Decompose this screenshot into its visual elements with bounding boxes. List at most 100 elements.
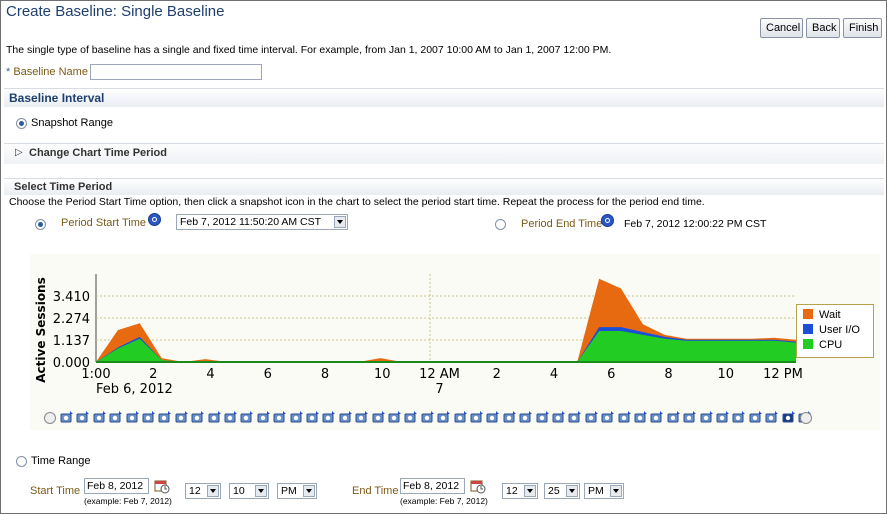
snapshot-icon[interactable] — [355, 410, 369, 424]
snapshot-icon[interactable] — [76, 410, 90, 424]
snapshot-icon[interactable] — [142, 410, 156, 424]
end-minute-select[interactable]: 25 — [544, 483, 580, 499]
snapshot-icon[interactable] — [339, 410, 353, 424]
snapshot-icon[interactable] — [732, 410, 746, 424]
snapshot-icon[interactable] — [634, 410, 648, 424]
snapshot-icon[interactable] — [273, 410, 287, 424]
end-hour-select[interactable]: 12 — [502, 483, 538, 499]
snapshot-icon[interactable] — [470, 410, 484, 424]
legend-item-user-io: User I/O — [803, 323, 860, 337]
snapshot-icon[interactable] — [388, 410, 402, 424]
chevron-down-icon — [255, 485, 267, 497]
snapshot-icon[interactable] — [536, 410, 550, 424]
snapshot-icon[interactable] — [601, 410, 615, 424]
snapshot-icon[interactable] — [568, 410, 582, 424]
legend-item-cpu: CPU — [803, 338, 842, 352]
end-ampm-value: PM — [588, 485, 604, 497]
x-tick-label: 12 PM — [763, 367, 803, 382]
snapshot-icon[interactable] — [240, 410, 254, 424]
snapshot-icon[interactable] — [454, 410, 468, 424]
start-calendar-icon[interactable] — [154, 478, 170, 494]
x-tick-label: 10 — [374, 367, 391, 382]
snapshot-icon[interactable] — [683, 410, 697, 424]
time-range-label: Time Range — [31, 455, 91, 467]
snapshot-icon[interactable] — [437, 410, 451, 424]
snapshot-icon[interactable] — [765, 410, 779, 424]
end-date-example: (example: Feb 7, 2012) — [400, 496, 488, 506]
snapshot-icon[interactable] — [650, 410, 664, 424]
x-tick-sublabel: 7 — [435, 382, 443, 397]
time-range-radio[interactable] — [16, 456, 27, 467]
snapshot-icon[interactable] — [257, 410, 271, 424]
snapshot-icon[interactable] — [503, 410, 517, 424]
legend-label-cpu: CPU — [819, 339, 843, 351]
x-tick-sublabel: Feb 6, 2012 — [96, 382, 173, 397]
start-hour-value: 12 — [189, 485, 201, 497]
start-ampm-value: PM — [281, 485, 297, 497]
legend-item-wait: Wait — [803, 308, 841, 322]
end-ampm-select[interactable]: PM — [584, 483, 624, 499]
x-tick-label: 12 AM — [419, 367, 460, 382]
snapshot-icon[interactable] — [60, 410, 74, 424]
chevron-down-icon — [566, 485, 578, 497]
snapshot-icon[interactable] — [191, 410, 205, 424]
end-date-input[interactable] — [400, 478, 465, 494]
legend-swatch-user-io — [803, 324, 813, 334]
x-tick-label: 2 — [493, 367, 501, 382]
snapshot-icon[interactable] — [306, 410, 320, 424]
snapshot-icon[interactable] — [716, 410, 730, 424]
start-ampm-select[interactable]: PM — [277, 483, 317, 499]
active-sessions-chart: 3.4102.2741.1370.000Active Sessions 1:00F… — [34, 274, 803, 397]
end-time-label: End Time — [352, 485, 399, 497]
x-tick-label: 4 — [550, 367, 558, 382]
snapshot-icon[interactable] — [667, 410, 681, 424]
snapshot-icon[interactable] — [486, 410, 500, 424]
scroll-right-icon[interactable] — [800, 412, 812, 424]
snapshot-icon[interactable] — [782, 410, 796, 424]
snapshot-icon-bar — [40, 410, 820, 428]
start-date-input[interactable] — [84, 478, 149, 494]
snapshot-icon[interactable] — [700, 410, 714, 424]
chevron-down-icon — [207, 485, 219, 497]
legend-swatch-cpu — [803, 339, 813, 349]
snapshot-icon[interactable] — [290, 410, 304, 424]
y-axis-label: Active Sessions — [34, 277, 48, 383]
snapshot-icon[interactable] — [421, 410, 435, 424]
end-minute-value: 25 — [548, 485, 560, 497]
end-calendar-icon[interactable] — [470, 478, 486, 494]
x-tick-label: 6 — [264, 367, 272, 382]
chart-legend: Wait User I/O CPU — [796, 304, 874, 358]
start-hour-select[interactable]: 12 — [185, 483, 221, 499]
y-tick-label: 3.410 — [53, 290, 90, 305]
snapshot-icon[interactable] — [749, 410, 763, 424]
chevron-down-icon — [303, 485, 315, 497]
end-hour-value: 12 — [506, 485, 518, 497]
snapshot-icon[interactable] — [585, 410, 599, 424]
snapshot-icon[interactable] — [224, 410, 238, 424]
snapshot-icon[interactable] — [109, 410, 123, 424]
snapshot-icon[interactable] — [208, 410, 222, 424]
legend-swatch-wait — [803, 309, 813, 319]
y-tick-label: 1.137 — [53, 334, 90, 349]
x-tick-label: 4 — [206, 367, 214, 382]
x-tick-label: 8 — [664, 367, 672, 382]
start-minute-select[interactable]: 10 — [229, 483, 269, 499]
snapshot-icon[interactable] — [93, 410, 107, 424]
snapshot-icon[interactable] — [175, 410, 189, 424]
x-tick-label: 6 — [607, 367, 615, 382]
start-time-label: Start Time — [30, 485, 81, 497]
chevron-down-icon — [524, 485, 536, 497]
snapshot-icon[interactable] — [519, 410, 533, 424]
scroll-left-icon[interactable] — [44, 412, 56, 424]
snapshot-icon[interactable] — [618, 410, 632, 424]
start-minute-value: 10 — [233, 485, 245, 497]
area-cpu — [96, 331, 796, 362]
snapshot-icon[interactable] — [552, 410, 566, 424]
snapshot-icon[interactable] — [322, 410, 336, 424]
legend-label-wait: Wait — [819, 309, 841, 321]
x-tick-label: 2 — [149, 367, 157, 382]
snapshot-icon[interactable] — [372, 410, 386, 424]
snapshot-icon[interactable] — [404, 410, 418, 424]
snapshot-icon[interactable] — [126, 410, 140, 424]
snapshot-icon[interactable] — [158, 410, 172, 424]
